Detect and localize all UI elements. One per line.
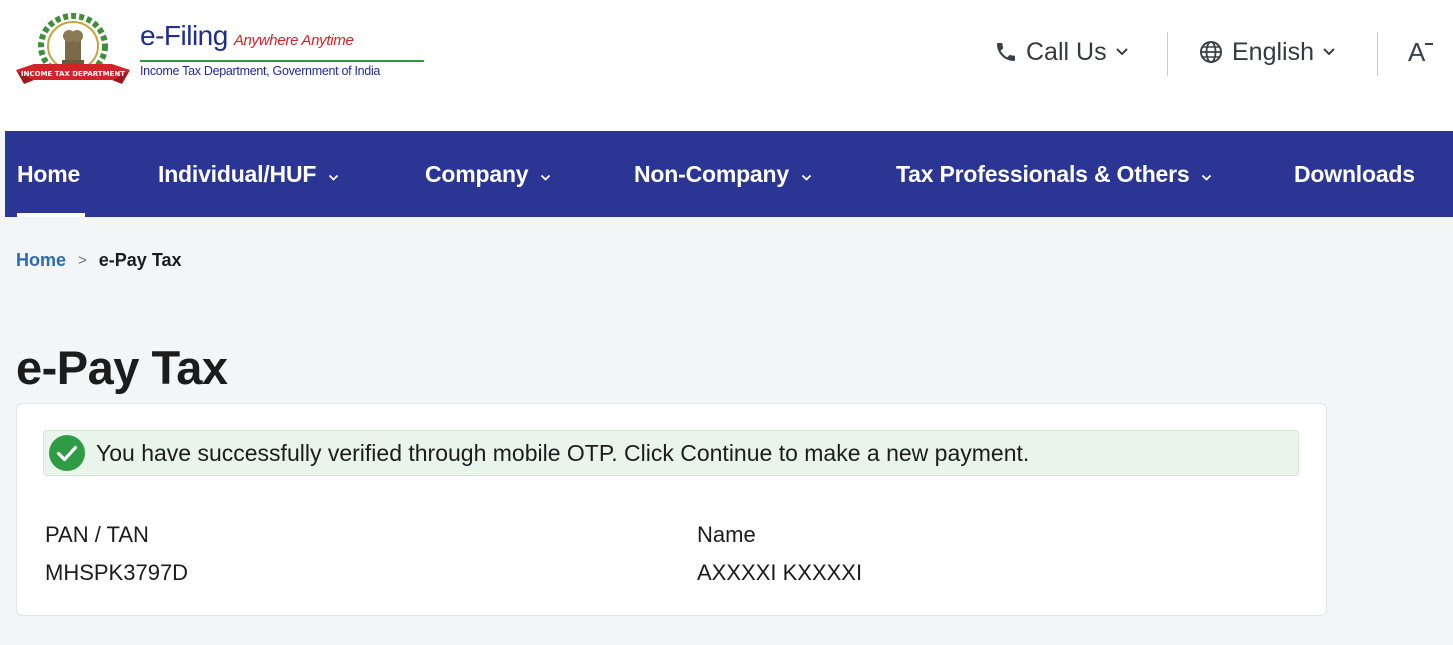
success-alert: You have successfully verified through m…	[43, 430, 1299, 476]
pan-tan-field: PAN / TAN MHSPK3797D	[45, 516, 188, 592]
chevron-down-icon	[1322, 47, 1336, 57]
pan-tan-label: PAN / TAN	[45, 522, 149, 547]
font-size-button[interactable]: A	[1408, 28, 1434, 76]
nav-item-home[interactable]: Home	[17, 131, 80, 217]
header-divider	[1167, 32, 1168, 76]
brand-tagline: Anywhere Anytime	[233, 32, 354, 49]
globe-icon	[1198, 39, 1224, 65]
pan-tan-value: MHSPK3797D	[45, 560, 189, 585]
nav-item-label: Home	[17, 160, 81, 187]
chevron-down-icon	[1115, 47, 1129, 57]
main-nav: Home Individual/HUF Company Non-Company …	[5, 131, 1453, 217]
chevron-right-icon: >	[78, 251, 87, 269]
nav-item-label: Individual/HUF	[158, 160, 317, 187]
top-header: INCOME TAX DEPARTMENT e-Filing Anywhere A…	[0, 0, 1453, 131]
header-divider	[1377, 32, 1378, 76]
nav-item-label: Company	[425, 160, 529, 187]
chevron-down-icon	[1201, 161, 1212, 188]
nav-item-downloads[interactable]: Downloads	[1294, 131, 1415, 217]
efiling-brand[interactable]: e-Filing Anywhere Anytime Income Tax Depa…	[140, 20, 424, 78]
name-value: AXXXXI KXXXXI	[697, 560, 863, 585]
svg-text:INCOME TAX DEPARTMENT: INCOME TAX DEPARTMENT	[21, 70, 125, 78]
name-field: Name AXXXXI KXXXXI	[697, 516, 862, 592]
breadcrumb-current: e-Pay Tax	[98, 249, 182, 270]
success-alert-message: You have successfully verified through m…	[96, 440, 1030, 466]
language-label: English	[1232, 37, 1314, 66]
call-us-dropdown[interactable]: Call Us	[994, 28, 1129, 76]
brand-divider	[140, 60, 424, 62]
nav-active-indicator	[17, 213, 85, 217]
breadcrumb: Home > e-Pay Tax	[16, 248, 182, 272]
payer-details-card: You have successfully verified through m…	[16, 403, 1327, 616]
nav-item-non-company[interactable]: Non-Company	[634, 131, 812, 217]
nav-item-label: Downloads	[1294, 160, 1415, 187]
breadcrumb-home-link[interactable]: Home	[16, 250, 66, 271]
call-us-label: Call Us	[1026, 37, 1107, 66]
font-size-icon: A	[1408, 37, 1434, 68]
name-label: Name	[697, 522, 756, 547]
page-title: e-Pay Tax	[16, 341, 228, 394]
phone-icon	[994, 40, 1018, 64]
language-dropdown[interactable]: English	[1198, 28, 1336, 76]
chevron-down-icon	[801, 161, 812, 188]
nav-item-label: Tax Professionals & Others	[896, 160, 1190, 187]
chevron-down-icon	[540, 161, 551, 188]
nav-item-company[interactable]: Company	[425, 131, 551, 217]
nav-item-individual-huf[interactable]: Individual/HUF	[158, 131, 339, 217]
chevron-down-icon	[328, 161, 339, 188]
brand-subtitle: Income Tax Department, Government of Ind…	[140, 64, 381, 78]
income-tax-emblem-logo[interactable]: INCOME TAX DEPARTMENT	[14, 10, 132, 90]
nav-item-label: Non-Company	[634, 160, 789, 187]
nav-item-tax-professionals[interactable]: Tax Professionals & Others	[896, 131, 1212, 217]
check-circle-icon	[48, 434, 86, 472]
brand-title: e-Filing	[140, 20, 228, 51]
